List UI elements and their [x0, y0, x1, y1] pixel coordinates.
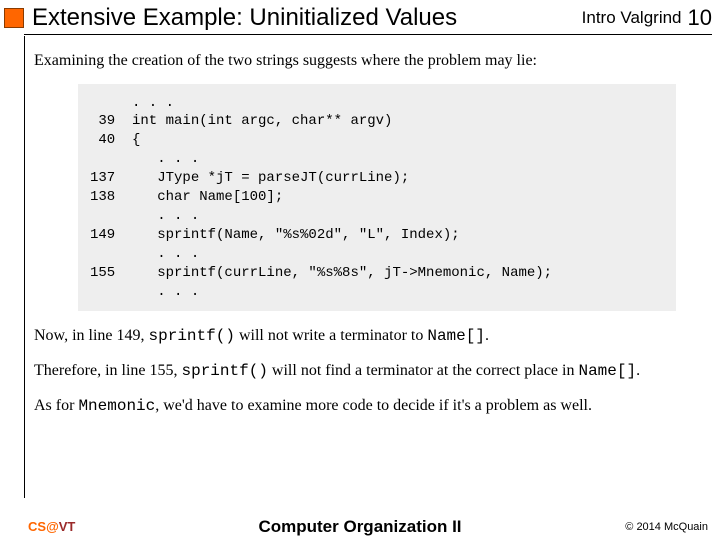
- slide: Extensive Example: Uninitialized Values …: [0, 0, 720, 540]
- text: will not find a terminator at the correc…: [268, 362, 579, 379]
- footer-org: CS@VT: [28, 519, 75, 534]
- text: As for: [34, 397, 78, 414]
- intro-text: Examining the creation of the two string…: [34, 50, 706, 72]
- paragraph-line149: Now, in line 149, sprintf() will not wri…: [34, 325, 706, 348]
- footer-copyright: © 2014 McQuain: [625, 521, 708, 533]
- footer-cs: CS: [28, 519, 46, 534]
- slide-title: Extensive Example: Uninitialized Values: [32, 4, 582, 32]
- text: Therefore, in line 155,: [34, 362, 182, 379]
- code-inline: Mnemonic: [78, 397, 155, 415]
- footer-at: @: [46, 519, 59, 534]
- left-rule: [24, 36, 25, 498]
- code-inline: Name[]: [427, 327, 485, 345]
- header-rule: [24, 34, 712, 35]
- text: .: [485, 327, 489, 344]
- paragraph-line155: Therefore, in line 155, sprintf() will n…: [34, 360, 706, 383]
- code-inline: sprintf(): [149, 327, 235, 345]
- slide-footer: CS@VT Computer Organization II © 2014 Mc…: [0, 519, 720, 534]
- slide-body: Examining the creation of the two string…: [34, 50, 706, 494]
- page-number: 10: [688, 5, 712, 31]
- text: .: [636, 362, 640, 379]
- code-block: . . . 39 int main(int argc, char** argv)…: [78, 84, 676, 312]
- code-inline: sprintf(): [182, 362, 268, 380]
- text: Now, in line 149,: [34, 327, 149, 344]
- course-name: Intro Valgrind: [582, 8, 682, 28]
- slide-header: Extensive Example: Uninitialized Values …: [0, 0, 720, 34]
- footer-vt: VT: [59, 519, 76, 534]
- header-bullet-icon: [4, 8, 24, 28]
- text: will not write a terminator to: [235, 327, 427, 344]
- code-inline: Name[]: [578, 362, 636, 380]
- footer-course-title: Computer Organization II: [258, 517, 461, 537]
- text: , we'd have to examine more code to deci…: [155, 397, 592, 414]
- paragraph-mnemonic: As for Mnemonic, we'd have to examine mo…: [34, 395, 706, 418]
